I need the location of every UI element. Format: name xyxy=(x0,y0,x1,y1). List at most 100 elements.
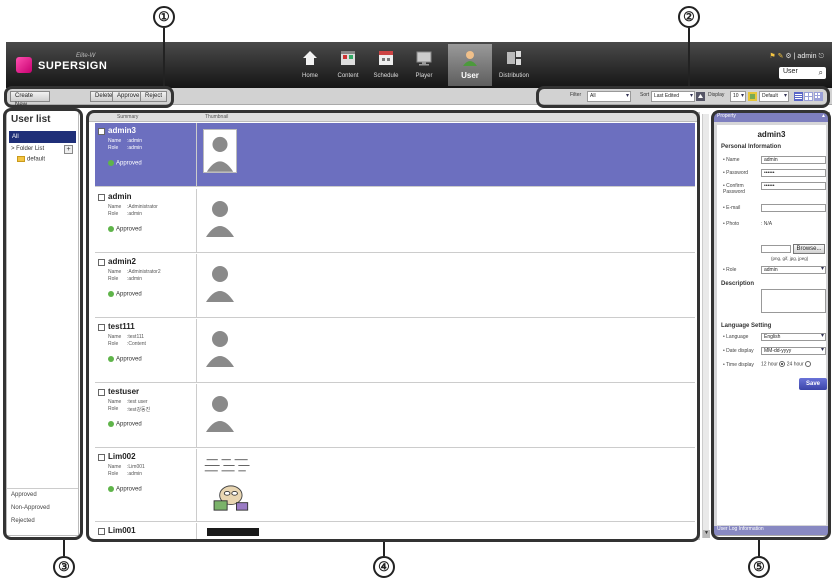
time-12-hour-label[interactable]: 12 hour xyxy=(761,361,778,367)
add-folder-button[interactable]: + xyxy=(64,145,73,154)
screenshot-root: SUPERSIGN Elite-W Home Content Schedule … xyxy=(0,0,832,581)
toolbar: Create New Delete Approve Reject Filter … xyxy=(6,88,832,108)
role-label: Role xyxy=(108,211,119,217)
collapse-icon[interactable]: ▲ xyxy=(821,113,826,119)
user-row[interactable]: admin2 Name :Administrator2 Role :admin … xyxy=(95,254,695,318)
status-text: Approved xyxy=(116,356,142,363)
property-title: Property xyxy=(717,113,736,119)
email-field[interactable] xyxy=(761,204,826,212)
name-field-label: • Name xyxy=(723,157,740,163)
property-form: admin3 Personal Information • Name admin… xyxy=(717,125,827,525)
password-field-label: • Password xyxy=(723,170,749,176)
status-badge: Approved xyxy=(108,226,142,233)
user-menu-name[interactable]: | admin xyxy=(794,53,817,60)
user-row[interactable]: testuser Name :test user Role :test강동진 A… xyxy=(95,384,695,448)
top-search-input[interactable]: User ⌕ xyxy=(779,67,826,79)
filter-non-approved[interactable]: Non-Approved xyxy=(11,505,50,511)
help-icon[interactable]: ✎ xyxy=(778,53,784,60)
role-value: :admin xyxy=(127,276,143,282)
row-checkbox[interactable] xyxy=(98,194,105,201)
user-grid-header: Summary Thumbnail xyxy=(89,113,699,122)
search-icon[interactable]: ⌕ xyxy=(819,68,823,78)
name-value: :Lim001 xyxy=(127,464,145,470)
role-label: Role xyxy=(108,145,119,151)
status-badge: Approved xyxy=(108,486,142,493)
role-label: Role xyxy=(108,276,119,282)
filter-select[interactable]: All xyxy=(587,91,631,102)
filter-approved[interactable]: Approved xyxy=(11,492,37,498)
property-panel-header: Property ▲ xyxy=(714,113,829,122)
status-badge: Approved xyxy=(108,356,142,363)
user-log-info-bar[interactable]: User Log Information xyxy=(714,526,829,535)
browse-button[interactable]: Browse... xyxy=(793,244,825,254)
name-field[interactable]: admin xyxy=(761,156,826,164)
schedule-icon xyxy=(379,51,393,65)
description-textarea[interactable] xyxy=(761,289,826,313)
language-select[interactable]: English xyxy=(761,333,826,341)
content-icon xyxy=(341,51,355,65)
user-row[interactable]: Lim002 Name :Lim001 Role :admin Approved xyxy=(95,449,695,522)
approved-status-icon xyxy=(108,421,114,427)
password-field[interactable]: •••••• xyxy=(761,169,826,177)
row-checkbox[interactable] xyxy=(98,324,105,331)
time-24-hour-label[interactable]: 24 hour xyxy=(787,361,804,367)
user-grid-panel: Summary Thumbnail admin3 Name :admin Rol… xyxy=(88,112,700,540)
thumbnail-column-header: Thumbnail xyxy=(205,114,229,120)
column-divider xyxy=(196,123,197,187)
user-row[interactable]: Lim001 xyxy=(95,523,695,539)
callout-2: ② xyxy=(678,6,700,28)
photo-format-hint: (png, gif, jpg, jpeg) xyxy=(771,256,809,261)
folder-all-item[interactable]: All xyxy=(9,131,76,143)
status-badge: Approved xyxy=(108,160,142,167)
role-value: :test강동진 xyxy=(127,407,151,413)
avatar xyxy=(206,266,234,302)
view-mode-icon[interactable] xyxy=(748,92,757,101)
time-12-radio[interactable] xyxy=(805,361,812,367)
folder-default-item[interactable]: default xyxy=(17,156,45,163)
status-text: Approved xyxy=(116,160,142,167)
role-select[interactable]: admin xyxy=(761,266,826,274)
app-logo[interactable]: SUPERSIGN Elite-W xyxy=(16,53,111,77)
approved-status-icon xyxy=(108,160,114,166)
row-checkbox[interactable] xyxy=(98,454,105,461)
folder-list-toggle[interactable]: > Folder List xyxy=(11,146,44,152)
user-row[interactable]: admin Name :Administrator Role :admin Ap… xyxy=(95,189,695,253)
reject-button[interactable]: Reject xyxy=(140,91,168,102)
save-button[interactable]: Save xyxy=(799,378,827,390)
photo-path-field[interactable] xyxy=(761,245,791,253)
row-checkbox[interactable] xyxy=(98,128,105,135)
scroll-down-arrow-icon[interactable]: ▼ xyxy=(703,530,710,538)
sort-select[interactable]: Last Edited xyxy=(651,91,695,102)
logout-icon[interactable]: ⎋ xyxy=(818,53,824,60)
language-icon[interactable]: ⚑ xyxy=(769,53,775,60)
grid-view-icon[interactable] xyxy=(814,92,823,101)
gear-icon[interactable]: ⚙ xyxy=(785,53,791,60)
create-new-button[interactable]: Create New xyxy=(10,91,50,108)
user-row[interactable]: test111 Name :test111 Role :Content Appr… xyxy=(95,319,695,383)
sort-order-icon[interactable] xyxy=(696,92,705,101)
status-text: Approved xyxy=(116,486,142,493)
nav-player[interactable]: Player xyxy=(402,44,446,86)
detail-view-icon[interactable] xyxy=(804,92,813,101)
column-divider xyxy=(196,449,197,522)
list-view-icon[interactable] xyxy=(794,92,803,101)
row-checkbox[interactable] xyxy=(98,389,105,396)
filter-label: Filter xyxy=(570,92,582,98)
photo-value: : N/A xyxy=(761,221,773,227)
logo-text: SUPERSIGN xyxy=(38,60,108,72)
confirm-password-field[interactable]: •••••• xyxy=(761,182,826,190)
view-style-select[interactable]: Default xyxy=(759,91,789,102)
row-checkbox[interactable] xyxy=(98,528,105,535)
vertical-scrollbar[interactable]: ▼ xyxy=(702,114,710,538)
row-checkbox[interactable] xyxy=(98,259,105,266)
nav-user[interactable]: User xyxy=(448,44,492,86)
nav-distribution[interactable]: Distribution xyxy=(492,44,536,86)
filter-rejected[interactable]: Rejected xyxy=(11,518,35,524)
display-count-select[interactable]: 10 xyxy=(730,91,746,102)
time-display-label: • Time display xyxy=(723,362,754,368)
date-display-select[interactable]: MM-dd-yyyy xyxy=(761,347,826,355)
name-label: Name xyxy=(108,204,122,210)
user-id: admin xyxy=(108,192,132,201)
user-row[interactable]: admin3 Name :admin Role :admin Approved xyxy=(95,123,695,187)
time-24-radio-selected[interactable] xyxy=(779,361,786,367)
